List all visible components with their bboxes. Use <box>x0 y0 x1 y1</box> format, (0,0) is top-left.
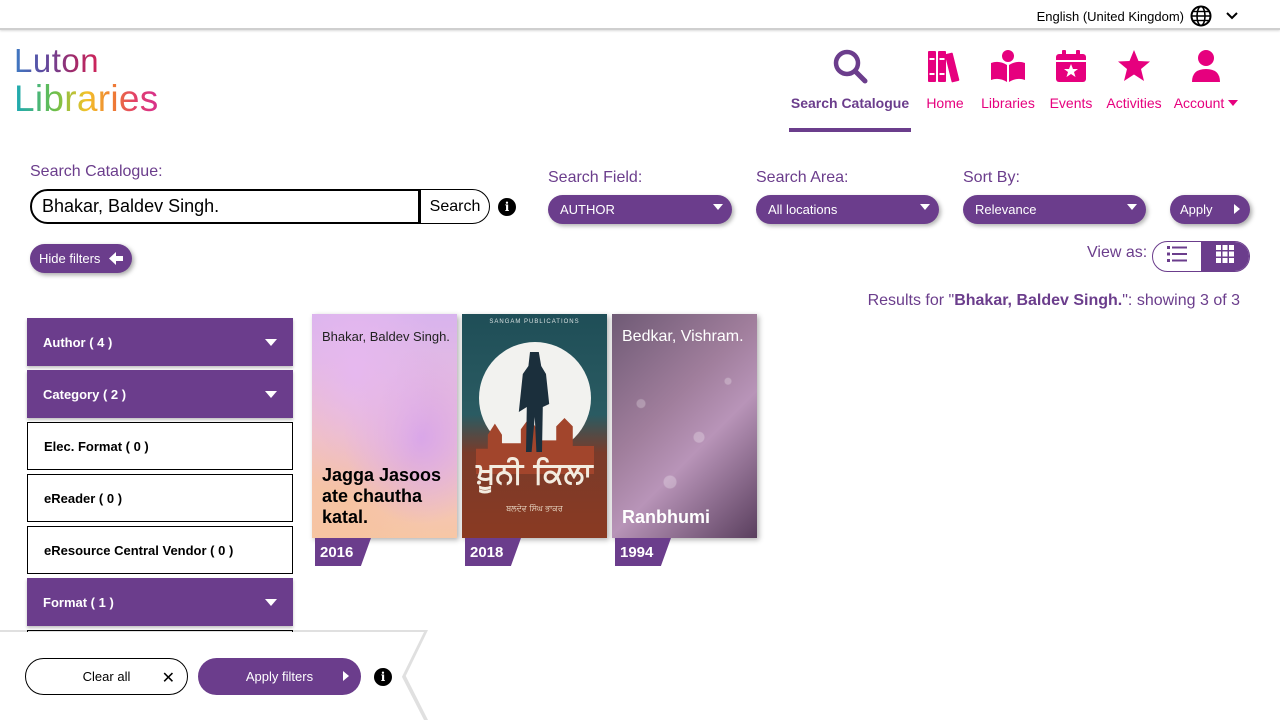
results-query: Bhakar, Baldev Singh. <box>954 292 1123 309</box>
search-field-label: Search Field: <box>548 169 643 186</box>
globe-icon <box>1190 5 1212 27</box>
language-label: English (United Kingdom) <box>1036 8 1184 24</box>
caret-down-icon <box>1228 100 1239 106</box>
arrow-right-icon <box>1234 204 1240 214</box>
nav-label: Activities <box>1106 95 1162 111</box>
caret-down-icon <box>265 339 277 346</box>
facet-label: Category ( 2 ) <box>43 386 127 402</box>
nav-home[interactable]: Home <box>914 44 976 132</box>
apply-filters-button[interactable]: Apply filters <box>198 658 361 695</box>
arrow-left-icon <box>109 252 123 268</box>
search-area-value: All locations <box>768 202 838 217</box>
open-book-icon <box>990 44 1026 88</box>
person-icon <box>1190 44 1222 88</box>
book-title: Ranbhumi <box>622 507 710 527</box>
grid-icon <box>1216 245 1234 268</box>
arrow-right-icon <box>343 671 349 681</box>
book-author: Bedkar, Vishram. <box>622 328 744 345</box>
clear-all-button[interactable]: Clear all ✕ <box>25 658 188 695</box>
view-as-label: View as: <box>1087 244 1148 261</box>
close-icon: ✕ <box>161 670 175 687</box>
book-author: Bhakar, Baldev Singh. <box>322 329 450 344</box>
search-input[interactable] <box>30 189 420 224</box>
hide-filters-label: Hide filters <box>39 251 101 266</box>
facet-eresource-vendor[interactable]: eResource Central Vendor ( 0 ) <box>27 526 293 574</box>
search-field-select[interactable]: AUTHOR <box>548 195 732 224</box>
caret-down-icon <box>713 204 723 210</box>
apply-button[interactable]: Apply <box>1170 195 1250 224</box>
sort-by-select[interactable]: Relevance <box>963 195 1146 224</box>
search-button[interactable]: Search <box>420 189 490 224</box>
caret-down-icon <box>920 204 930 210</box>
book-cover-author: ਬਲਦੇਵ ਸਿੰਘ ਭਾਕਰ <box>506 504 563 513</box>
search-catalogue-label: Search Catalogue: <box>30 163 163 180</box>
list-view-button[interactable] <box>1153 242 1201 271</box>
logo-line-2: Libraries <box>14 78 159 119</box>
nav-label: Home <box>926 95 964 111</box>
search-field-value: AUTHOR <box>560 202 615 217</box>
caret-down-icon <box>265 599 277 606</box>
main-nav: Search Catalogue Home Libraries Events A… <box>786 44 1246 132</box>
facet-label: Elec. Format ( 0 ) <box>44 438 149 454</box>
facet-label: Format ( 1 ) <box>43 594 114 610</box>
book-cover-title: ਖ਼ੂਨੀ ਕਿਲਾ <box>476 456 593 491</box>
search-icon <box>832 44 868 88</box>
star-icon <box>1116 44 1152 88</box>
info-icon[interactable]: i <box>374 668 392 686</box>
book-year: 2016 <box>315 538 371 566</box>
apply-label: Apply <box>1180 202 1213 217</box>
results-summary: Results for "Bhakar, Baldev Singh.": sho… <box>868 292 1240 310</box>
nav-libraries[interactable]: Libraries <box>976 44 1040 132</box>
nav-label: Libraries <box>981 95 1035 111</box>
luton-libraries-logo[interactable]: Luton Libraries <box>14 44 174 120</box>
results-prefix: Results for " <box>867 292 955 309</box>
facet-label: Author ( 4 ) <box>43 334 113 350</box>
book-title: Jagga Jasoos ate chautha katal. <box>322 465 442 527</box>
facet-ereader[interactable]: eReader ( 0 ) <box>27 474 293 522</box>
grid-view-button[interactable] <box>1201 242 1249 271</box>
facet-author[interactable]: Author ( 4 ) <box>27 318 293 366</box>
apply-filters-label: Apply filters <box>245 669 314 684</box>
books-icon <box>927 44 963 88</box>
facet-label: eResource Central Vendor ( 0 ) <box>44 542 234 558</box>
book-publisher: SANGAM PUBLICATIONS <box>489 319 580 325</box>
book-cover[interactable]: Bedkar, Vishram. Ranbhumi <box>612 314 757 538</box>
nav-search-catalogue[interactable]: Search Catalogue <box>786 44 914 132</box>
top-bar: English (United Kingdom) <box>0 0 1280 30</box>
logo-line-1: Luton <box>14 42 100 79</box>
sort-by-value: Relevance <box>975 202 1037 217</box>
sort-by-label: Sort By: <box>963 169 1020 186</box>
nav-events[interactable]: Events <box>1040 44 1102 132</box>
nav-label: Account <box>1173 95 1225 111</box>
facet-elec-format[interactable]: Elec. Format ( 0 ) <box>27 422 293 470</box>
info-icon[interactable]: i <box>498 198 516 216</box>
language-selector[interactable]: English (United Kingdom) <box>1037 5 1238 27</box>
facet-category[interactable]: Category ( 2 ) <box>27 370 293 418</box>
caret-down-icon <box>1127 204 1137 210</box>
hide-filters-button[interactable]: Hide filters <box>30 244 132 273</box>
nav-account[interactable]: Account <box>1166 44 1246 132</box>
nav-activities[interactable]: Activities <box>1102 44 1166 132</box>
chevron-down-icon <box>1226 12 1238 20</box>
clear-all-label: Clear all <box>82 669 131 684</box>
calendar-icon <box>1055 44 1087 88</box>
caret-down-icon <box>265 391 277 398</box>
book-cover[interactable]: SANGAM PUBLICATIONS ਖ਼ੂਨੀ ਕਿਲਾ ਬਲਦੇਵ ਸਿੰ… <box>462 314 607 538</box>
results-suffix: ": showing 3 of 3 <box>1122 292 1240 309</box>
nav-label: Events <box>1049 95 1093 111</box>
nav-label: Search Catalogue <box>790 95 910 111</box>
book-year: 2018 <box>465 538 521 566</box>
facet-format[interactable]: Format ( 1 ) <box>27 578 293 626</box>
search-area-label: Search Area: <box>756 169 849 186</box>
facet-label: eReader ( 0 ) <box>44 490 123 506</box>
list-icon <box>1167 246 1187 267</box>
search-area-select[interactable]: All locations <box>756 195 939 224</box>
view-toggle <box>1152 241 1250 272</box>
book-cover[interactable]: Bhakar, Baldev Singh. Jagga Jasoos ate c… <box>312 314 457 538</box>
book-year: 1994 <box>615 538 671 566</box>
